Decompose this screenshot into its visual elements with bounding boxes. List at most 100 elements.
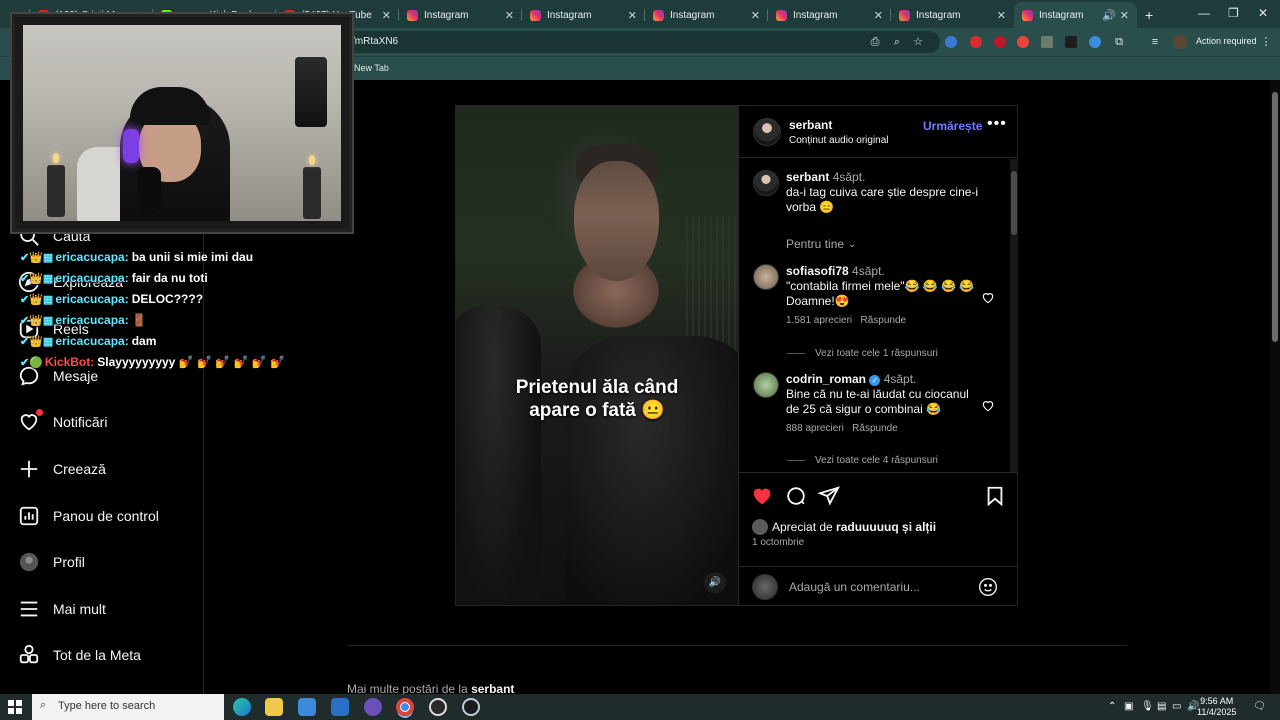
windows-start-icon[interactable]: [8, 700, 22, 714]
comment-time[interactable]: 4săpt.: [852, 264, 885, 278]
comment-likes[interactable]: 1.581 aprecieri: [786, 315, 852, 326]
close-icon[interactable]: ✕: [751, 9, 760, 22]
chat-message: ✔🟢 KickBot: Slayyyyyyyyy 💅 💅 💅 💅 💅 💅: [20, 355, 285, 369]
author-avatar[interactable]: [753, 170, 779, 196]
tray-chevron-icon[interactable]: ⌃: [1108, 701, 1116, 712]
commenter-avatar[interactable]: [753, 264, 779, 290]
extension-icon[interactable]: [994, 36, 1006, 48]
browser-tab[interactable]: Instagram ✕: [768, 2, 891, 28]
view-replies-button[interactable]: Vezi toate cele 4 răspunsuri: [787, 455, 938, 466]
share-icon[interactable]: [818, 485, 840, 507]
comment-heart-icon[interactable]: [981, 399, 995, 413]
nav-notifications[interactable]: Notificări: [18, 409, 107, 433]
extension-icon[interactable]: [1065, 36, 1077, 48]
extension-icon[interactable]: [945, 36, 957, 48]
zoom-icon[interactable]: ⌕: [890, 35, 904, 49]
reply-button[interactable]: Răspunde: [852, 423, 898, 434]
liked-by-user[interactable]: raduuuuuq: [836, 520, 899, 534]
post-header: serbant Conținut audio original Urmăreșt…: [739, 106, 1018, 158]
comment-heart-icon[interactable]: [981, 291, 995, 305]
install-icon[interactable]: ⎙: [868, 35, 882, 49]
profile-avatar[interactable]: [1173, 35, 1187, 49]
bookmark-icon[interactable]: [984, 485, 1006, 507]
app-icon[interactable]: [462, 698, 480, 716]
maximize-icon[interactable]: ❐: [1228, 6, 1239, 20]
browser-tab[interactable]: Instagram ✕: [522, 2, 645, 28]
follow-button[interactable]: Urmărește: [923, 119, 982, 133]
network-icon[interactable]: ▭: [1172, 701, 1181, 712]
comment-likes[interactable]: 888 aprecieri: [786, 423, 844, 434]
author-username[interactable]: serbant: [789, 118, 889, 132]
puzzle-icon[interactable]: ⧉: [1112, 35, 1126, 49]
browser-tab-active[interactable]: Instagram 🔊 ✕: [1014, 2, 1137, 28]
app-icon[interactable]: [364, 698, 382, 716]
chevron-down-icon: ⌄: [848, 238, 857, 250]
page-scrollbar[interactable]: [1270, 80, 1280, 694]
close-icon[interactable]: ✕: [505, 9, 514, 22]
kebab-menu-icon[interactable]: ⋮: [1259, 35, 1273, 49]
comment-input[interactable]: Adaugă un comentariu...: [789, 580, 920, 594]
comment-icon[interactable]: [785, 485, 807, 507]
page-scrollbar-thumb[interactable]: [1272, 92, 1278, 342]
tray-icon[interactable]: ▣: [1124, 701, 1133, 712]
obs-icon[interactable]: [429, 698, 447, 716]
mail-icon[interactable]: [331, 698, 349, 716]
microphone-icon[interactable]: 🎙: [1141, 701, 1154, 712]
close-icon[interactable]: ✕: [382, 9, 391, 22]
audio-label[interactable]: Conținut audio original: [789, 135, 889, 146]
liked-by-suffix[interactable]: și alții: [902, 520, 936, 534]
browser-tab[interactable]: Instagram ✕: [399, 2, 522, 28]
bookmark-new-tab[interactable]: New Tab: [354, 63, 389, 73]
minimize-icon[interactable]: —: [1198, 6, 1210, 20]
comment-username[interactable]: serbant: [786, 170, 829, 184]
extension-icon[interactable]: [1017, 36, 1029, 48]
author-avatar[interactable]: [753, 118, 781, 146]
tray-icon[interactable]: ▤: [1157, 701, 1166, 712]
extension-icon[interactable]: [970, 36, 982, 48]
comments-scrollbar-thumb[interactable]: [1011, 171, 1017, 235]
liked-by[interactable]: Apreciat de raduuuuuq și alții: [752, 519, 936, 535]
more-options-icon[interactable]: •••: [987, 115, 1007, 133]
nav-meta[interactable]: Tot de la Meta: [18, 644, 141, 666]
extension-icon[interactable]: [1041, 36, 1053, 48]
address-bar[interactable]: /mRtaXN6: [340, 31, 940, 53]
reply-button[interactable]: Răspunde: [861, 315, 907, 326]
nav-profile[interactable]: Profil: [18, 551, 85, 573]
browser-tab[interactable]: Instagram ✕: [645, 2, 768, 28]
store-icon[interactable]: [298, 698, 316, 716]
close-window-icon[interactable]: ✕: [1258, 6, 1268, 20]
comment-time[interactable]: 4săpt.: [884, 372, 917, 386]
comment-text: Bine că nu te-ai lăudat cu ciocanul de 2…: [786, 387, 969, 416]
sort-dropdown[interactable]: Pentru tine ⌄: [786, 237, 856, 251]
emoji-icon[interactable]: [978, 577, 998, 597]
comment-username[interactable]: sofiasofi78: [786, 264, 849, 278]
reel-video[interactable]: Prietenul ăla când apare o fată 😐 🔊: [456, 106, 738, 605]
file-explorer-icon[interactable]: [265, 698, 283, 716]
edge-icon[interactable]: [233, 698, 251, 716]
nav-more[interactable]: Mai mult: [18, 598, 106, 620]
close-icon[interactable]: ✕: [628, 9, 637, 22]
notifications-icon[interactable]: 🗨: [1253, 701, 1266, 712]
like-heart-icon[interactable]: [751, 485, 773, 507]
action-required-button[interactable]: Action required: [1196, 36, 1257, 46]
close-icon[interactable]: ✕: [1120, 9, 1129, 22]
nav-create[interactable]: Creează: [18, 458, 106, 480]
comment-username[interactable]: codrin_roman: [786, 372, 866, 386]
comment-time[interactable]: 4săpt.: [833, 170, 866, 184]
new-tab-button[interactable]: +: [1137, 2, 1163, 28]
browser-tab[interactable]: Instagram ✕: [891, 2, 1014, 28]
taskbar-clock[interactable]: 9:56 AM 11/4/2025: [1197, 696, 1236, 718]
commenter-avatar[interactable]: [753, 372, 779, 398]
taskbar-search[interactable]: ⌕ Type here to search: [32, 694, 224, 720]
volume-button[interactable]: 🔊: [704, 572, 726, 594]
chrome-icon[interactable]: [396, 698, 414, 716]
extension-icon[interactable]: [1089, 36, 1101, 48]
reading-list-icon[interactable]: ≡: [1148, 35, 1162, 49]
close-icon[interactable]: ✕: [997, 9, 1006, 22]
nav-dashboard[interactable]: Panou de control: [18, 505, 159, 527]
close-icon[interactable]: ✕: [874, 9, 883, 22]
speaker-icon: 🔊: [708, 577, 722, 588]
star-icon[interactable]: ☆: [911, 35, 925, 49]
speaker-icon[interactable]: 🔊: [1102, 9, 1116, 22]
view-replies-button[interactable]: Vezi toate cele 1 răspunsuri: [787, 348, 938, 359]
